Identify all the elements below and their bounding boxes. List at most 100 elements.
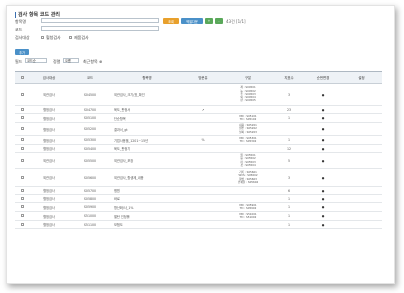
- row-checkbox[interactable]: [20, 127, 24, 130]
- new-button[interactable]: 추가: [15, 49, 29, 55]
- order-change-icon[interactable]: ●: [305, 168, 341, 187]
- header-select-all[interactable]: [15, 71, 29, 84]
- cell-item-name[interactable]: 보험도: [111, 220, 183, 229]
- row-checkbox[interactable]: [20, 222, 24, 226]
- order-change-icon[interactable]: ●: [305, 152, 341, 169]
- row-select-cell[interactable]: [15, 202, 29, 212]
- order-change-icon[interactable]: ●: [305, 135, 341, 145]
- cell-settings[interactable]: [341, 144, 382, 153]
- column-header[interactable]: 구분: [223, 71, 273, 84]
- item-label: 항목명: [15, 19, 27, 24]
- table-row[interactable]: 혈청검사 S05100 단순항목 MD : S05101 TD : S05102 1 ●: [15, 113, 382, 123]
- table-row[interactable]: 외관검사 S05600 외관검사_항생제_내용 기록 : S05601 WVS : S…: [15, 168, 382, 187]
- excel-download-button[interactable]: 엑셀다운: [181, 18, 203, 24]
- row-checkbox[interactable]: [20, 107, 24, 111]
- row-checkbox[interactable]: [20, 92, 24, 96]
- row-checkbox[interactable]: [20, 188, 24, 192]
- cell-item-name[interactable]: 육도_판정서: [111, 105, 183, 114]
- cell-item-name[interactable]: 외관검사_크기/표_확인: [111, 83, 183, 106]
- sort-field-select[interactable]: 코드순: [25, 58, 47, 63]
- cell-item-name[interactable]: 기업사용율_1201~15년: [111, 135, 183, 145]
- cell-item-name[interactable]: 결과서_gt: [111, 122, 183, 136]
- column-header[interactable]: 순번변경: [305, 71, 341, 84]
- row-select-cell[interactable]: [15, 152, 29, 169]
- table-row[interactable]: 혈청검사 S05400 육도_판정기 12 ●: [15, 144, 382, 153]
- order-change-icon[interactable]: ●: [305, 144, 341, 153]
- cell-settings[interactable]: [341, 122, 382, 136]
- select-all-checkbox[interactable]: [20, 75, 24, 79]
- row-checkbox[interactable]: [20, 175, 24, 179]
- table-row[interactable]: 혈청검사 S51000 멸탄 인정률 MD : S51001 TD : S51002 1…: [15, 211, 382, 221]
- row-select-cell[interactable]: [15, 186, 29, 195]
- row-select-cell[interactable]: [15, 211, 29, 221]
- order-change-icon[interactable]: ●: [305, 122, 341, 136]
- column-header[interactable]: 검사대상: [29, 71, 69, 84]
- cell-settings[interactable]: [341, 211, 382, 221]
- table-row[interactable]: 외관검사 S04500 외관검사_크기/표_확인 제 : S04501 농 : S04…: [15, 83, 382, 106]
- cell-item-name[interactable]: 외관검사_포장: [111, 152, 183, 169]
- row-select-cell[interactable]: [15, 105, 29, 114]
- row-select-cell[interactable]: [15, 144, 29, 153]
- cell-settings[interactable]: [341, 83, 382, 106]
- cell-settings[interactable]: [341, 194, 382, 203]
- row-checkbox[interactable]: [20, 158, 24, 162]
- row-select-cell[interactable]: [15, 194, 29, 203]
- row-checkbox[interactable]: [20, 146, 24, 150]
- column-header[interactable]: 코드: [69, 71, 111, 84]
- row-select-cell[interactable]: [15, 83, 29, 106]
- row-checkbox[interactable]: [20, 116, 24, 119]
- cell-item-name[interactable]: 멸탄 인정률: [111, 211, 183, 221]
- cell-settings[interactable]: [341, 113, 382, 123]
- table-row[interactable]: 혈청검사 S05800 바로 1 ●: [15, 194, 382, 203]
- table-row[interactable]: 혈청검사 S05300 기업사용율_1201~15년% MD : S05301 TD …: [15, 135, 382, 145]
- row-checkbox[interactable]: [20, 205, 24, 208]
- table-row[interactable]: 혈청검사 S05900 항산화/사_1% MD : S05901 TD : S0590…: [15, 202, 382, 212]
- order-change-icon[interactable]: ●: [305, 83, 341, 106]
- row-select-cell[interactable]: [15, 220, 29, 229]
- column-header[interactable]: 설정: [341, 71, 382, 84]
- row-select-cell[interactable]: [15, 168, 29, 187]
- option1-checkbox[interactable]: [41, 36, 44, 39]
- cell-item-name[interactable]: 바로: [111, 194, 183, 203]
- cell-item-name[interactable]: 단순항목: [111, 113, 183, 123]
- option2-checkbox[interactable]: [69, 36, 72, 39]
- column-header[interactable]: 항목명: [111, 71, 183, 84]
- order-change-icon[interactable]: ●: [305, 113, 341, 123]
- row-checkbox[interactable]: [20, 138, 24, 141]
- cell-settings[interactable]: [341, 152, 382, 169]
- cell-item-name[interactable]: 병원: [111, 186, 183, 195]
- table-row[interactable]: 혈청검사 S04700 육도_판정서 ↗ 23 ●: [15, 105, 382, 114]
- table-row[interactable]: 혈청검사 S05700 병원 6 ●: [15, 186, 382, 195]
- cell-item-name[interactable]: 외관검사_항생제_내용: [111, 168, 183, 187]
- cell-settings[interactable]: [341, 202, 382, 212]
- cell-item-name[interactable]: 육도_판정기: [111, 144, 183, 153]
- row-checkbox[interactable]: [20, 196, 24, 200]
- add-button[interactable]: +: [205, 18, 213, 24]
- cell-settings[interactable]: [341, 105, 382, 114]
- column-header[interactable]: 방문유: [183, 71, 223, 84]
- row-checkbox[interactable]: [20, 214, 24, 217]
- table-row[interactable]: 혈청검사 S05200 결과서_gt 내용 : S05201 원본 : S05202 …: [15, 122, 382, 136]
- cell-item-name[interactable]: 항산화/사_1%: [111, 202, 183, 212]
- order-change-icon[interactable]: ●: [305, 105, 341, 114]
- search-button[interactable]: 조회: [163, 18, 179, 24]
- item-name-input[interactable]: [41, 18, 159, 23]
- cell-settings[interactable]: [341, 135, 382, 145]
- order-change-icon[interactable]: ●: [305, 194, 341, 203]
- cell-settings[interactable]: [341, 168, 382, 187]
- remove-button[interactable]: -: [215, 18, 223, 24]
- order-change-icon[interactable]: ●: [305, 202, 341, 212]
- order-change-icon[interactable]: ●: [305, 220, 341, 229]
- order-change-icon[interactable]: ●: [305, 211, 341, 221]
- column-header[interactable]: 지표수: [273, 71, 305, 84]
- table-row[interactable]: 외관검사 S05500 외관검사_포장 원 : S05501 봉 : S05502 라…: [15, 152, 382, 169]
- row-select-cell[interactable]: [15, 113, 29, 123]
- table-row[interactable]: 혈청검사 S51100 보험도 1 ●: [15, 220, 382, 229]
- order-change-icon[interactable]: ●: [305, 186, 341, 195]
- cell-settings[interactable]: [341, 186, 382, 195]
- row-select-cell[interactable]: [15, 135, 29, 145]
- cell-settings[interactable]: [341, 220, 382, 229]
- code-input[interactable]: [41, 26, 159, 31]
- row-select-cell[interactable]: [15, 122, 29, 136]
- sort-order-select[interactable]: 오름: [63, 58, 79, 63]
